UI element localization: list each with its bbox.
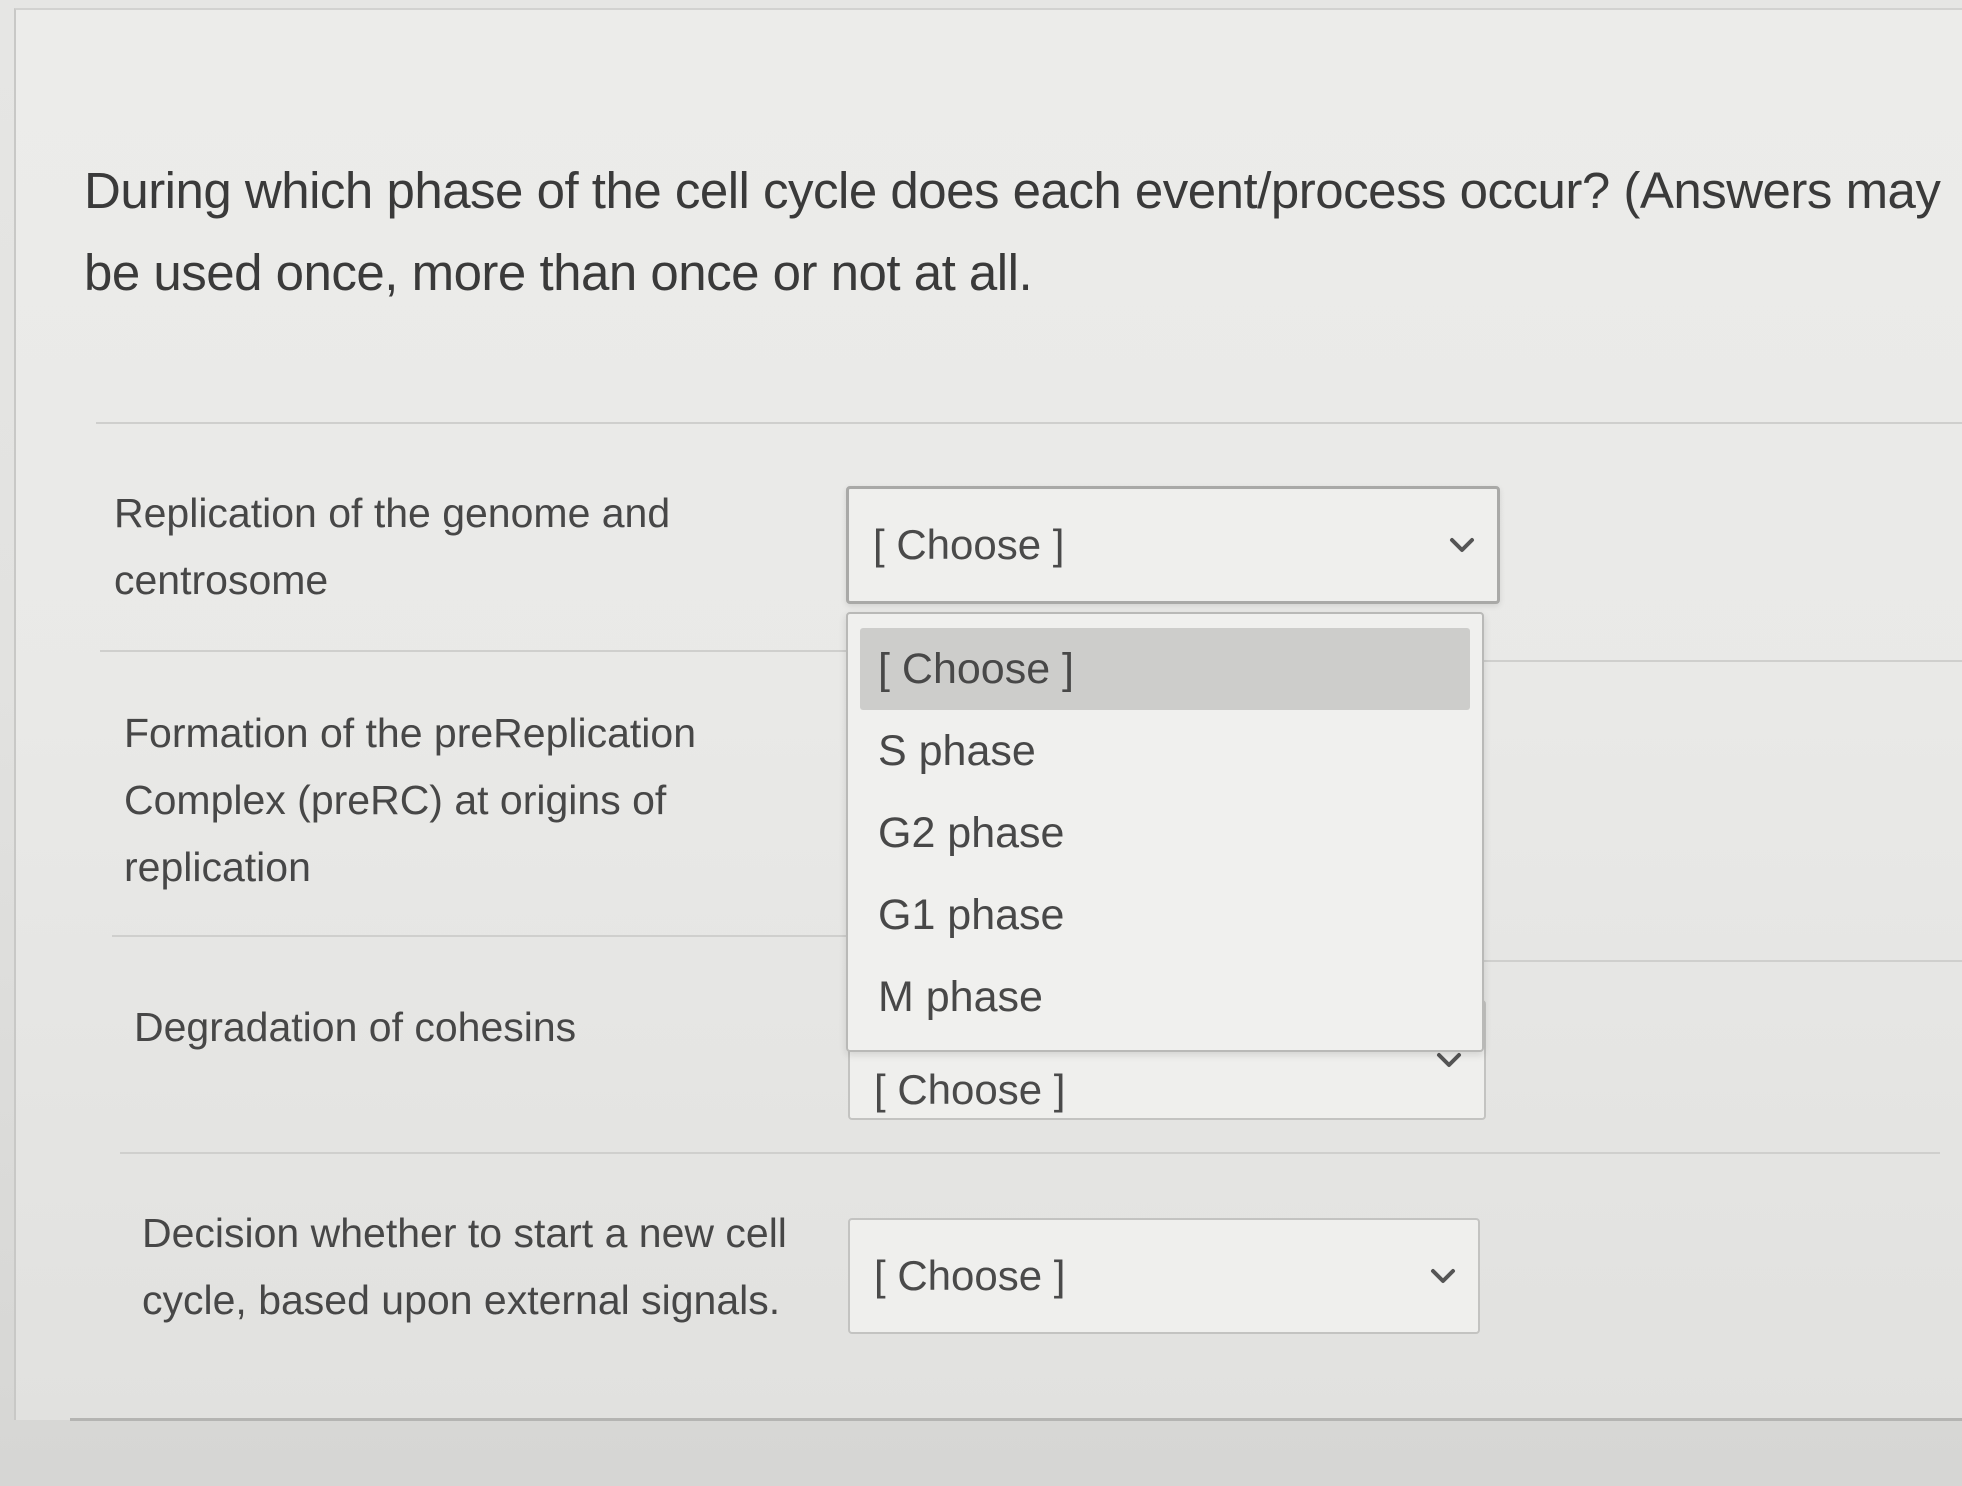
separator [100,650,846,652]
dropdown-option-s-phase[interactable]: S phase [860,710,1470,792]
row-label-4: Decision whether to start a new cell cyc… [142,1210,787,1323]
separator [1484,660,1962,662]
row-label-1: Replication of the genome and centrosome [114,490,671,603]
dropdown-option-m-phase[interactable]: M phase [860,956,1470,1038]
phase-dropdown-list: [ Choose ] S phase G2 phase G1 phase M p… [846,612,1484,1052]
select-value-3: [ Choose ] [874,1066,1066,1113]
chevron-down-icon [1450,538,1474,552]
dropdown-option-g1-phase[interactable]: G1 phase [860,874,1470,956]
select-value-4: [ Choose ] [874,1252,1066,1299]
dropdown-option-g2-phase[interactable]: G2 phase [860,792,1470,874]
chevron-down-icon [1431,1269,1455,1283]
chevron-down-icon [1437,1053,1461,1067]
phase-select-1[interactable]: [ Choose ] [846,486,1500,604]
separator [1484,960,1962,962]
select-value-1: [ Choose ] [873,521,1065,568]
card-border-bottom [70,1418,1962,1421]
separator [120,1152,1940,1154]
question-text: During which phase of the cell cycle doe… [84,162,1941,301]
row-label-3: Degradation of cohesins [134,1004,577,1050]
screen: During which phase of the cell cycle doe… [0,0,1962,1486]
dropdown-option-choose[interactable]: [ Choose ] [860,628,1470,710]
row-label-2: Formation of the preReplication Complex … [124,710,697,890]
separator [96,422,1962,424]
phase-select-4[interactable]: [ Choose ] [848,1218,1480,1334]
separator [112,935,846,937]
